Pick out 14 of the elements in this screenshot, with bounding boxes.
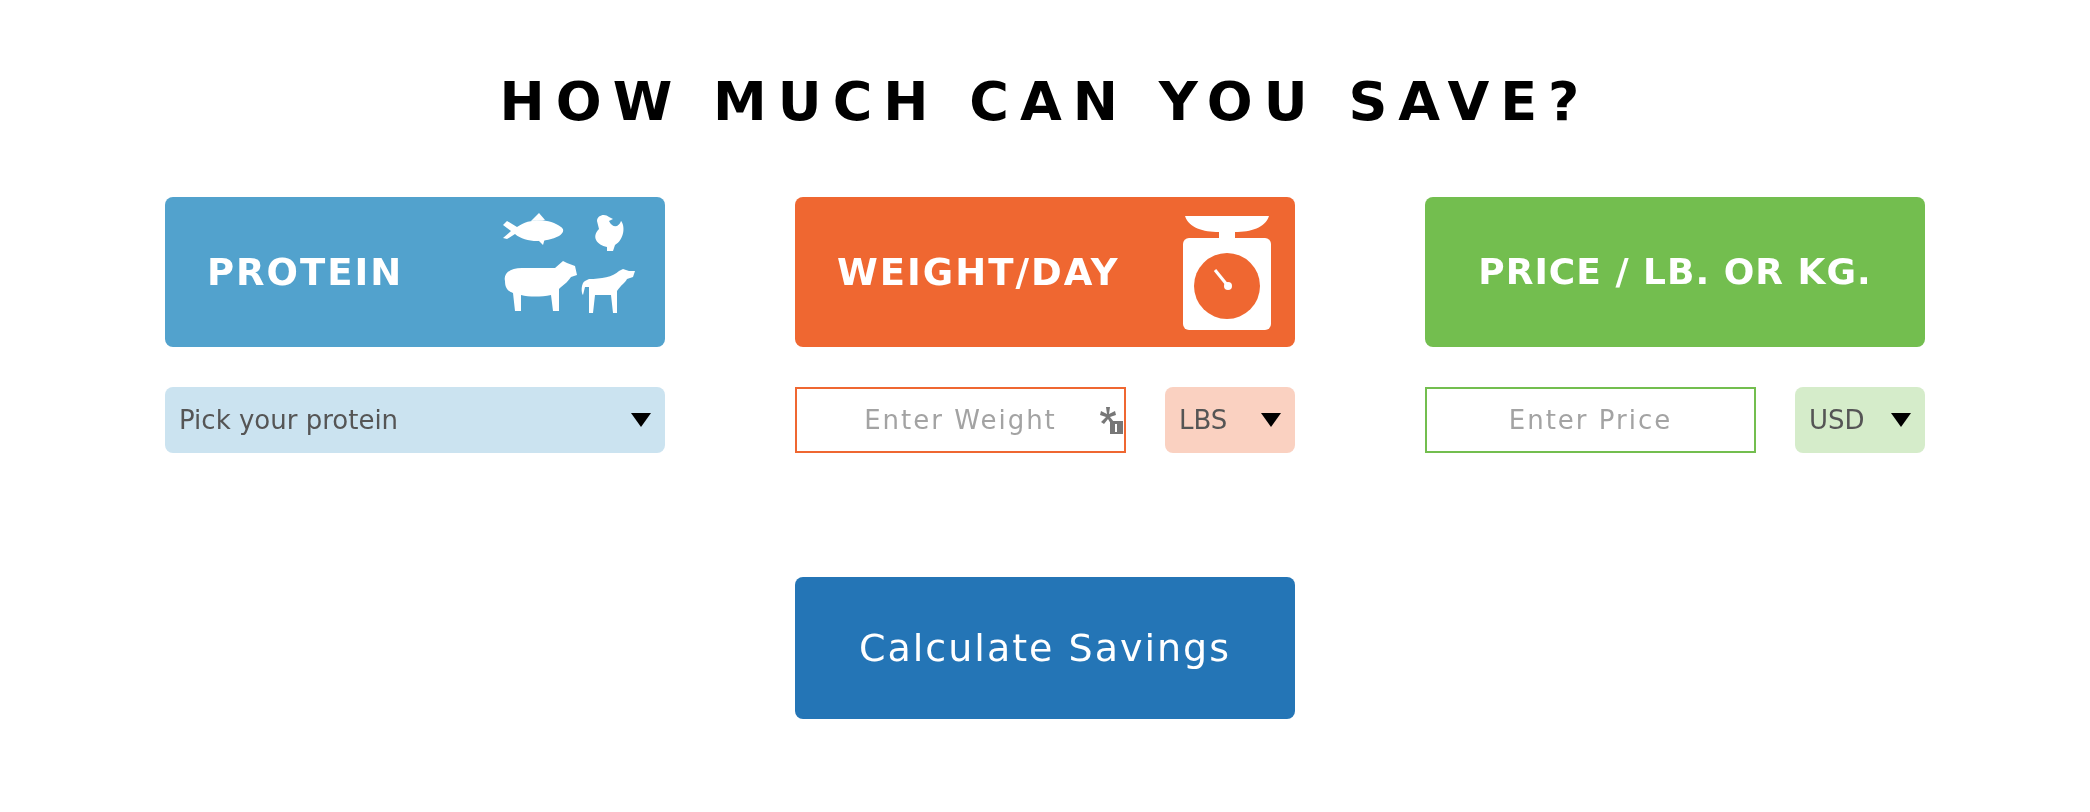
- caret-icon: [1261, 413, 1281, 428]
- input-field[interactable]: Enter Weight: [795, 387, 1126, 454]
- category-label: PROTEIN: [207, 249, 404, 296]
- category-label: PRICE / LB. OR KG.: [1478, 250, 1872, 295]
- page-title: HOW MUCH CAN YOU SAVE?: [499, 72, 1591, 132]
- protein-dropdown[interactable]: Pick your protein: [165, 387, 665, 454]
- category-label: WEIGHT/DAY: [837, 249, 1120, 296]
- unit-dropdown[interactable]: USD: [1795, 387, 1925, 454]
- caret-icon: [1891, 413, 1911, 428]
- caret-icon: [631, 413, 651, 428]
- unit-dropdown[interactable]: LBS: [1165, 387, 1295, 454]
- extension-icon[interactable]: [1098, 405, 1124, 436]
- calculate-button[interactable]: Calculate Savings: [795, 577, 1295, 720]
- input-field[interactable]: Enter Price: [1425, 387, 1756, 454]
